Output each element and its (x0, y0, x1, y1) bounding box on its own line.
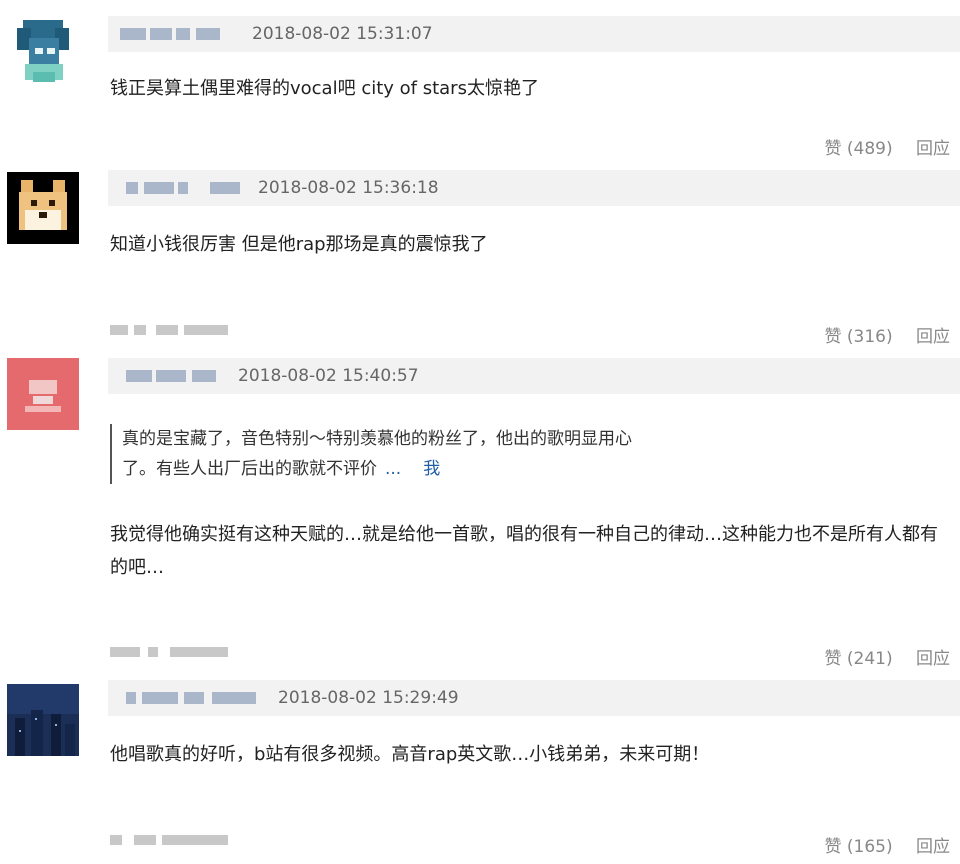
comment-meta-bar: 2018-08-02 15:29:49 (108, 680, 960, 716)
quoted-reply: 真的是宝藏了，音色特别～特别羡慕他的粉丝了，他出的歌明显用心 了。有些人出厂后出… (110, 424, 742, 484)
comment-timestamp: 2018-08-02 15:40:57 (238, 366, 419, 386)
comment-actions: 赞 (165) 回应 (824, 832, 950, 857)
blue-cartoon-avatar-icon (7, 14, 79, 86)
avatar[interactable] (7, 14, 79, 86)
reply-button[interactable]: 回应 (916, 832, 950, 857)
comment-actions: 赞 (316) 回应 (824, 322, 950, 347)
comment-meta-bar: 2018-08-02 15:31:07 (108, 16, 960, 52)
quote-author-link[interactable]: 我 (423, 459, 440, 479)
like-button[interactable]: 赞 (165) (824, 832, 892, 857)
night-scene-avatar-icon (7, 684, 79, 756)
doge-avatar-icon (7, 172, 79, 244)
comment-meta-bar: 2018-08-02 15:40:57 (108, 358, 960, 394)
comment-timestamp: 2018-08-02 15:36:18 (258, 178, 439, 198)
comment-text: 知道小钱很厉害 但是他rap那场是真的震惊我了 (110, 234, 488, 255)
expand-quote-link[interactable]: ... (385, 459, 401, 479)
like-button[interactable]: 赞 (241) (824, 644, 892, 669)
comment-timestamp: 2018-08-02 15:31:07 (252, 24, 433, 44)
comment-actions: 赞 (489) 回应 (824, 134, 950, 159)
reply-button[interactable]: 回应 (916, 644, 950, 669)
quote-text: 了。有些人出厂后出的歌就不评价 (122, 459, 377, 479)
avatar[interactable] (7, 358, 79, 430)
comment-timestamp: 2018-08-02 15:29:49 (278, 688, 459, 708)
comment-text: 钱正昊算土偶里难得的vocal吧 city of stars太惊艳了 (110, 78, 539, 99)
comment-text: 他唱歌真的好听，b站有很多视频。高音rap英文歌…小钱弟弟，未来可期！ (110, 744, 710, 765)
quote-line: 了。有些人出厂后出的歌就不评价... 我 (122, 454, 742, 484)
avatar[interactable] (7, 684, 79, 756)
comment-meta-bar: 2018-08-02 15:36:18 (108, 170, 960, 206)
like-button[interactable]: 赞 (316) (824, 322, 892, 347)
pink-avatar-icon (7, 358, 79, 430)
comment-actions: 赞 (241) 回应 (824, 644, 950, 669)
reply-button[interactable]: 回应 (916, 322, 950, 347)
avatar[interactable] (7, 172, 79, 244)
quote-line: 真的是宝藏了，音色特别～特别羡慕他的粉丝了，他出的歌明显用心 (122, 429, 632, 449)
like-button[interactable]: 赞 (489) (824, 134, 892, 159)
reply-button[interactable]: 回应 (916, 134, 950, 159)
comment-text: 我觉得他确实挺有这种天赋的…就是给他一首歌，唱的很有一种自己的律动…这种能力也不… (110, 524, 938, 578)
